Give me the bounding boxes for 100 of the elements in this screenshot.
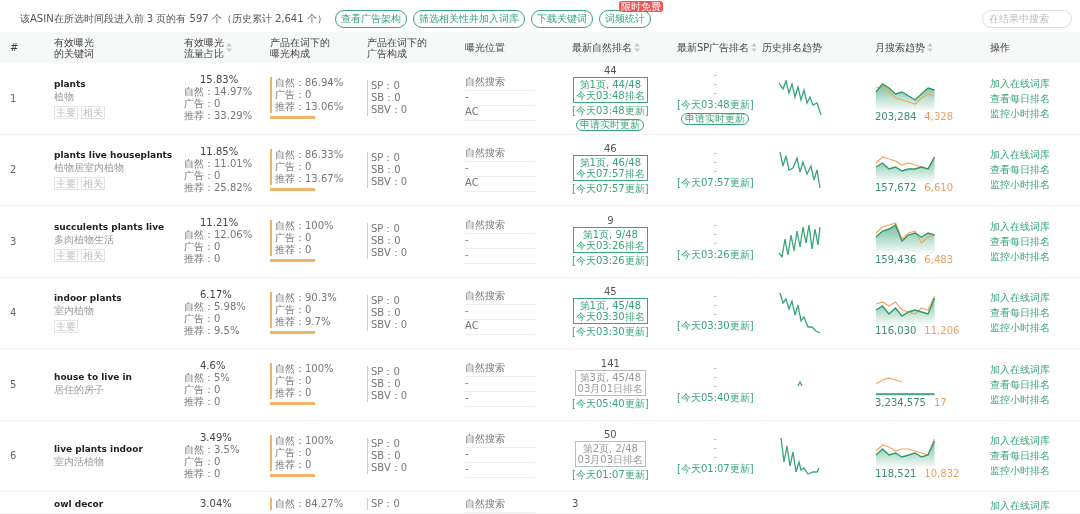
share-breakdown: 自然：12.06% [184,229,254,241]
exposure-position: AC [465,320,535,336]
row-number: 2 [10,164,18,176]
exposure-position: 自然搜索 [465,361,535,377]
column-header[interactable]: 有效曝光 流量占比 [184,36,232,59]
refresh-button[interactable]: 申请实时更新 [576,119,645,132]
toolbar-button[interactable]: 下载关键词 [530,9,593,28]
search-secondary-value: 11,206 [924,325,960,337]
action-link[interactable]: 加入在线词库 [990,433,1080,449]
empty-value: - [713,453,718,462]
rank-trend-sparkline [778,150,821,189]
action-link[interactable]: 查看每日排名 [990,376,1080,392]
keyword-tag: 相关 [81,105,105,119]
action-link[interactable]: 加入在线词库 [990,147,1080,163]
rank-detail: 第1页, 46/48 今天07:57排名 [572,155,648,182]
action-link[interactable]: 监控小时排名 [990,105,1080,121]
exposure-position: - [465,248,535,264]
exposure-breakdown: 推荐：13.67% [270,172,357,185]
action-link[interactable]: 监控小时排名 [990,463,1080,479]
exposure-breakdown: 自然：86.33% [270,148,357,161]
keyword[interactable]: house to live in [54,371,174,384]
ad-breakdown: SB：0 [367,306,455,319]
column-header[interactable]: 最新自然排名 [572,42,640,54]
share-breakdown: 推荐：0 [184,253,222,266]
empty-value: - [713,372,718,381]
update-time: [今天05:40更新] [677,390,754,405]
search-trend-chart [875,156,936,183]
action-link[interactable]: 监控小时排名 [990,177,1080,193]
action-link[interactable]: 监控小时排名 [990,391,1080,407]
search-secondary-value: 17 [933,396,947,408]
keyword[interactable]: plants [54,77,174,90]
action-link[interactable]: 查看每日排名 [990,162,1080,178]
empty-value: - [713,229,718,238]
exposure-breakdown: 自然：90.3% [270,291,357,304]
share-breakdown: 自然：3.5% [184,443,241,456]
search-volume: 203,284 [875,110,917,122]
action-link[interactable]: 查看每日排名 [990,90,1080,106]
search-trend-chart [875,221,936,254]
refresh-button[interactable]: 申请实时更新 [681,113,750,126]
exposure-position: AC [465,105,535,121]
search-trend-chart [875,295,936,326]
row-number: 4 [10,307,18,319]
exposure-bar [270,330,315,334]
exposure-position: - [465,90,535,106]
exposure-position: - [465,463,535,479]
action-link[interactable]: 查看每日排名 [990,233,1080,249]
action-link[interactable]: 监控小时排名 [990,320,1080,336]
empty-value: - [713,444,718,453]
column-header: 有效曝光 的关键词 [54,36,94,59]
column-header: 产品在词下的 广告构成 [367,36,427,59]
column-header[interactable]: 月搜索趋势 [875,42,933,54]
exposure-breakdown: 广告：0 [270,232,357,245]
update-time: [今天03:48更新] [677,98,754,113]
action-link[interactable]: 加入在线词库 [990,75,1080,91]
toolbar-button[interactable]: 筛选相关性并加入词库 [412,9,525,28]
column-header[interactable]: 最新SP广告排名 [677,42,758,54]
keyword-translation: 居住的房子 [54,383,105,398]
traffic-share: 4.6% [199,360,227,373]
search-trend-chart [875,438,936,469]
keyword[interactable]: succulents plants live [54,220,174,233]
keyword-translation: 室内植物 [54,304,95,319]
sort-icon[interactable] [927,43,933,53]
action-link[interactable]: 加入在线词库 [990,498,1080,513]
ad-breakdown: SP：0 [367,223,455,236]
action-link[interactable]: 加入在线词库 [990,361,1080,377]
keyword[interactable]: plants live houseplants [54,149,174,162]
keyword[interactable]: indoor plants [54,292,174,305]
sort-icon[interactable] [634,43,640,53]
toolbar-button[interactable]: 查看广告架构 [334,9,407,28]
search-field[interactable]: 在结果中搜索 [982,9,1072,28]
search-secondary-value: 6,483 [924,253,953,265]
keyword-translation: 植物居室内植物 [54,161,125,176]
sort-icon[interactable] [226,43,232,53]
sort-icon[interactable] [751,43,758,53]
ad-breakdown: SBV：0 [367,461,455,474]
update-time: [今天05:40更新] [572,396,649,411]
empty-value: - [713,167,718,176]
action-link[interactable]: 加入在线词库 [990,218,1080,234]
keyword-translation: 植物 [54,89,75,104]
organic-rank: 44 [603,65,617,77]
empty-value: - [713,149,718,158]
search-trend-chart [875,376,936,397]
exposure-breakdown: 广告：0 [270,446,357,459]
search-volume: 116,030 [875,325,917,337]
action-link[interactable]: 加入在线词库 [990,290,1080,306]
search-trend-chart [875,82,936,111]
row-number: 6 [10,450,18,462]
empty-value: - [713,435,718,444]
action-link[interactable]: 查看每日排名 [990,448,1080,464]
action-link[interactable]: 查看每日排名 [990,305,1080,321]
share-breakdown: 广告：0 [184,98,222,110]
keyword[interactable]: owl decor [54,498,174,510]
exposure-position: 自然搜索 [465,218,535,234]
exposure-position: 自然搜索 [465,498,535,513]
exposure-breakdown: 推荐：0 [270,244,357,257]
action-link[interactable]: 监控小时排名 [990,248,1080,264]
organic-rank: 46 [603,143,617,155]
organic-rank: 45 [603,286,617,298]
keyword[interactable]: live plants indoor [54,442,174,455]
empty-value: - [713,89,718,98]
